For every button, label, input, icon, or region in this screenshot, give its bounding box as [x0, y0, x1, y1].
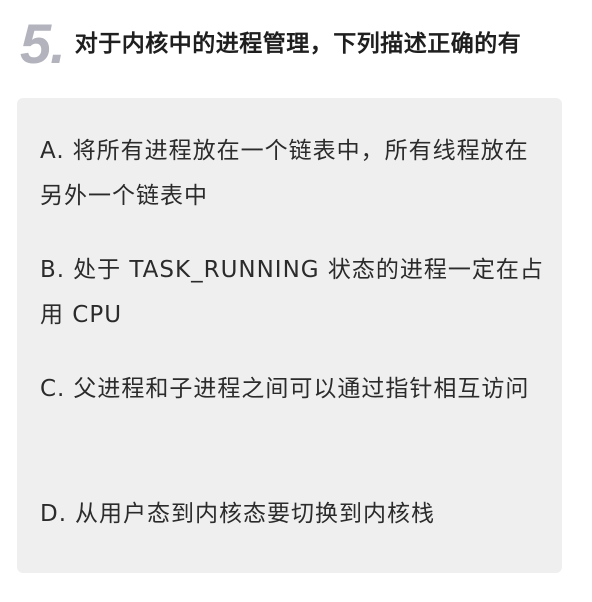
option-c[interactable]: C. 父进程和子进程之间可以通过指针相互访问: [40, 367, 545, 412]
option-c-letter: C.: [40, 376, 66, 402]
option-a-text: 将所有进程放在一个链表中，所有线程放在另外一个链表中: [40, 138, 529, 209]
option-a-letter: A.: [40, 138, 65, 164]
option-a[interactable]: A. 将所有进程放在一个链表中，所有线程放在另外一个链表中: [40, 129, 545, 219]
question-header: 5. 对于内核中的进程管理，下列描述正确的有: [20, 14, 521, 74]
option-d-text: 从用户态到内核态要切换到内核栈: [75, 501, 436, 527]
option-d[interactable]: D. 从用户态到内核态要切换到内核栈: [40, 492, 545, 537]
question-number: 5.: [20, 12, 66, 75]
option-b-text: 处于 TASK_RUNNING 状态的进程一定在占用 CPU: [40, 257, 544, 328]
question-text: 对于内核中的进程管理，下列描述正确的有: [74, 30, 522, 57]
option-b[interactable]: B. 处于 TASK_RUNNING 状态的进程一定在占用 CPU: [40, 248, 545, 338]
option-c-text: 父进程和子进程之间可以通过指针相互访问: [73, 376, 530, 402]
option-d-letter: D.: [40, 501, 68, 527]
option-b-letter: B.: [40, 257, 66, 283]
options-card: A. 将所有进程放在一个链表中，所有线程放在另外一个链表中 B. 处于 TASK_R…: [17, 98, 562, 573]
